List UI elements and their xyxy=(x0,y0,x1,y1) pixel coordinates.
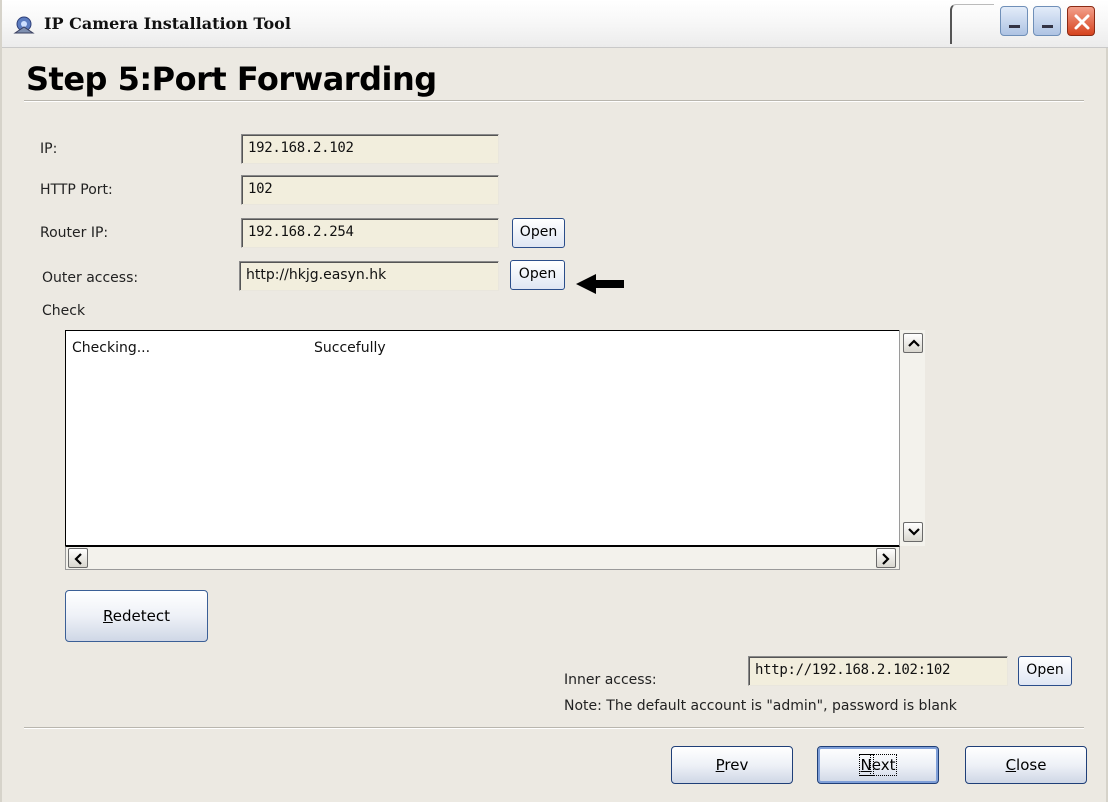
ip-field[interactable]: 192.168.2.102 xyxy=(241,134,499,164)
scroll-down-button[interactable] xyxy=(903,522,923,542)
close-window-button[interactable] xyxy=(1067,6,1095,36)
next-label: ext xyxy=(869,754,898,776)
outer-access-label: Outer access: xyxy=(42,270,139,286)
horizontal-scrollbar[interactable] xyxy=(65,546,900,570)
close-mnemonic: C xyxy=(1005,756,1017,774)
title-divider xyxy=(950,4,994,44)
check-results-list[interactable]: Checking... Succefully xyxy=(65,330,900,546)
maximize-button[interactable] xyxy=(1033,6,1061,36)
prev-label: rev xyxy=(724,756,749,774)
router-ip-field[interactable]: 192.168.2.254 xyxy=(241,218,499,248)
outer-access-field[interactable]: http://hkjg.easyn.hk xyxy=(239,261,499,291)
check-label: Check xyxy=(42,303,86,319)
http-port-label: HTTP Port: xyxy=(40,182,113,198)
top-divider xyxy=(24,100,1084,102)
inner-access-open-button[interactable]: Open xyxy=(1018,656,1072,686)
title-bar[interactable]: IP Camera Installation Tool xyxy=(2,0,1108,48)
list-item-status: Succefully xyxy=(314,340,386,356)
chevron-left-icon xyxy=(74,553,82,565)
close-icon xyxy=(1074,14,1090,30)
close-button[interactable]: Close xyxy=(965,746,1087,784)
minimize-icon xyxy=(1009,25,1020,28)
page-title: Step 5:Port Forwarding xyxy=(26,60,437,98)
redetect-button[interactable]: Redetect xyxy=(65,590,208,642)
list-item: Checking... xyxy=(72,340,151,356)
camera-app-icon xyxy=(12,15,35,37)
http-port-field[interactable]: 102 xyxy=(241,175,499,205)
default-account-note: Note: The default account is "admin", pa… xyxy=(564,698,957,714)
chevron-down-icon xyxy=(908,528,920,536)
maximize-icon xyxy=(1042,25,1053,28)
installation-window: IP Camera Installation Tool Step 5:Port … xyxy=(0,0,1108,802)
chevron-right-icon xyxy=(882,553,890,565)
next-mnemonic: N xyxy=(858,754,874,776)
scrollbar-corner xyxy=(900,546,925,570)
bottom-divider xyxy=(24,727,1084,729)
next-button[interactable]: Next xyxy=(817,746,939,784)
redetect-label: edetect xyxy=(112,607,170,625)
inner-access-label: Inner access: xyxy=(564,672,657,688)
scroll-right-button[interactable] xyxy=(876,548,896,568)
left-arrow-icon xyxy=(574,272,626,300)
prev-button[interactable]: Prev xyxy=(671,746,793,784)
ip-label: IP: xyxy=(40,141,58,157)
next-text: Next xyxy=(858,754,898,776)
inner-access-field[interactable]: http://192.168.2.102:102 xyxy=(748,656,1008,686)
vertical-scrollbar[interactable] xyxy=(899,330,925,546)
redetect-mnemonic: R xyxy=(103,607,113,625)
window-title: IP Camera Installation Tool xyxy=(44,14,291,33)
scroll-up-button[interactable] xyxy=(903,333,923,353)
close-label: lose xyxy=(1016,756,1047,774)
router-ip-open-button[interactable]: Open xyxy=(512,218,565,248)
chevron-up-icon xyxy=(908,339,920,347)
router-ip-label: Router IP: xyxy=(40,225,109,241)
scroll-left-button[interactable] xyxy=(68,548,88,568)
outer-access-open-button[interactable]: Open xyxy=(510,260,565,290)
minimize-button[interactable] xyxy=(1000,6,1028,36)
